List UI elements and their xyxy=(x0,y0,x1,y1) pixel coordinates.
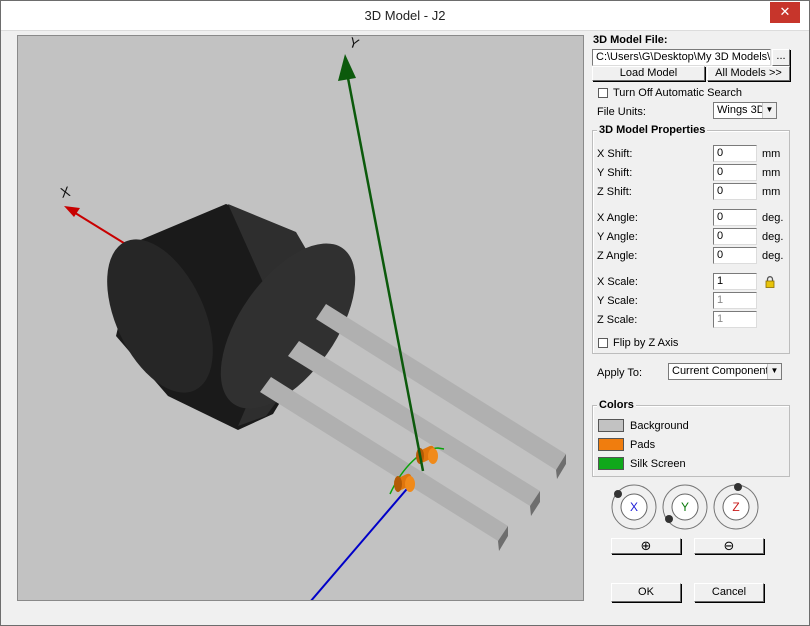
z-shift-label: Z Shift: xyxy=(597,186,632,198)
window-title: 3D Model - J2 xyxy=(364,8,446,23)
silk-color-swatch[interactable] xyxy=(598,457,624,470)
pads-color-swatch[interactable] xyxy=(598,438,624,451)
z-angle-label: Z Angle: xyxy=(597,250,638,262)
model-file-path-field[interactable]: C:\Users\G\Desktop\My 3D Models\N xyxy=(592,49,771,66)
pads-color-label: Pads xyxy=(630,439,656,451)
flip-z-checkbox[interactable] xyxy=(598,338,608,348)
y-axis-label: Y xyxy=(347,36,362,52)
model-properties-title: 3D Model Properties xyxy=(597,124,708,136)
x-shift-input[interactable]: 0 xyxy=(713,145,757,162)
z-axis-button-label: Z xyxy=(732,500,739,514)
auto-search-checkbox[interactable] xyxy=(598,88,608,98)
colors-title: Colors xyxy=(597,399,636,411)
y-shift-input[interactable]: 0 xyxy=(713,164,757,181)
z-scale-input[interactable]: 1 xyxy=(713,311,757,328)
y-angle-input[interactable]: 0 xyxy=(713,228,757,245)
z-scale-label: Z Scale: xyxy=(597,314,638,326)
lock-icon[interactable] xyxy=(765,276,775,288)
3d-scene: X Y xyxy=(59,36,566,600)
z-axis-line xyxy=(310,475,419,600)
close-button[interactable]: ✕ xyxy=(770,2,800,23)
x-shift-unit: mm xyxy=(762,148,781,160)
z-angle-unit: deg. xyxy=(762,250,784,262)
zoom-in-icon: ⊕ xyxy=(640,538,652,553)
x-scale-label: X Scale: xyxy=(597,276,638,288)
file-units-value: Wings 3D xyxy=(717,104,765,116)
y-scale-label: Y Scale: xyxy=(597,295,638,307)
x-axis-button-label: X xyxy=(630,500,638,514)
y-shift-label: Y Shift: xyxy=(597,167,633,179)
file-units-label: File Units: xyxy=(597,106,646,118)
properties-panel: 3D Model File: C:\Users\G\Desktop\My 3D … xyxy=(586,31,808,625)
x-angle-input[interactable]: 0 xyxy=(713,209,757,226)
file-units-select[interactable]: Wings 3D ▼ xyxy=(713,102,777,119)
zoom-in-button[interactable]: ⊕ xyxy=(611,538,681,554)
load-model-button[interactable]: Load Model xyxy=(592,66,705,81)
apply-to-label: Apply To: xyxy=(597,367,643,379)
rotate-y-button[interactable]: Y xyxy=(661,483,709,531)
3d-viewport[interactable]: X Y xyxy=(17,35,584,601)
flip-z-label: Flip by Z Axis xyxy=(613,337,679,349)
y-axis-arrow xyxy=(338,54,356,81)
z-angle-input[interactable]: 0 xyxy=(713,247,757,264)
y-angle-label: Y Angle: xyxy=(597,231,638,243)
silk-color-label: Silk Screen xyxy=(630,458,686,470)
background-color-label: Background xyxy=(630,420,689,432)
rotate-x-button[interactable]: X xyxy=(610,483,658,531)
y-axis-button-label: Y xyxy=(681,500,689,514)
y-shift-unit: mm xyxy=(762,167,781,179)
x-angle-unit: deg. xyxy=(762,212,784,224)
auto-search-label: Turn Off Automatic Search xyxy=(613,87,743,99)
dialog-window: 3D Model - J2 ✕ X Y 3D Model File: C:\Us… xyxy=(0,0,810,626)
model-file-label: 3D Model File: xyxy=(593,34,668,46)
apply-to-value: Current Component xyxy=(672,365,769,377)
zoom-out-icon: ⊖ xyxy=(723,538,735,553)
x-angle-label: X Angle: xyxy=(597,212,638,224)
dropdown-arrow-icon[interactable]: ▼ xyxy=(767,364,781,379)
x-scale-input[interactable]: 1 xyxy=(713,273,757,290)
rotate-z-button[interactable]: Z xyxy=(712,483,760,531)
title-bar[interactable]: 3D Model - J2 ✕ xyxy=(1,1,809,31)
all-models-button[interactable]: All Models >> xyxy=(707,66,790,81)
browse-button[interactable]: ... xyxy=(772,49,790,66)
y-angle-unit: deg. xyxy=(762,231,784,243)
ok-button[interactable]: OK xyxy=(611,583,681,602)
background-color-swatch[interactable] xyxy=(598,419,624,432)
apply-to-select[interactable]: Current Component ▼ xyxy=(668,363,782,380)
z-shift-input[interactable]: 0 xyxy=(713,183,757,200)
x-axis-label: X xyxy=(59,183,73,201)
x-shift-label: X Shift: xyxy=(597,148,633,160)
zoom-out-button[interactable]: ⊖ xyxy=(694,538,764,554)
z-shift-unit: mm xyxy=(762,186,781,198)
cancel-button[interactable]: Cancel xyxy=(694,583,764,602)
y-scale-input[interactable]: 1 xyxy=(713,292,757,309)
dropdown-arrow-icon[interactable]: ▼ xyxy=(762,103,776,118)
